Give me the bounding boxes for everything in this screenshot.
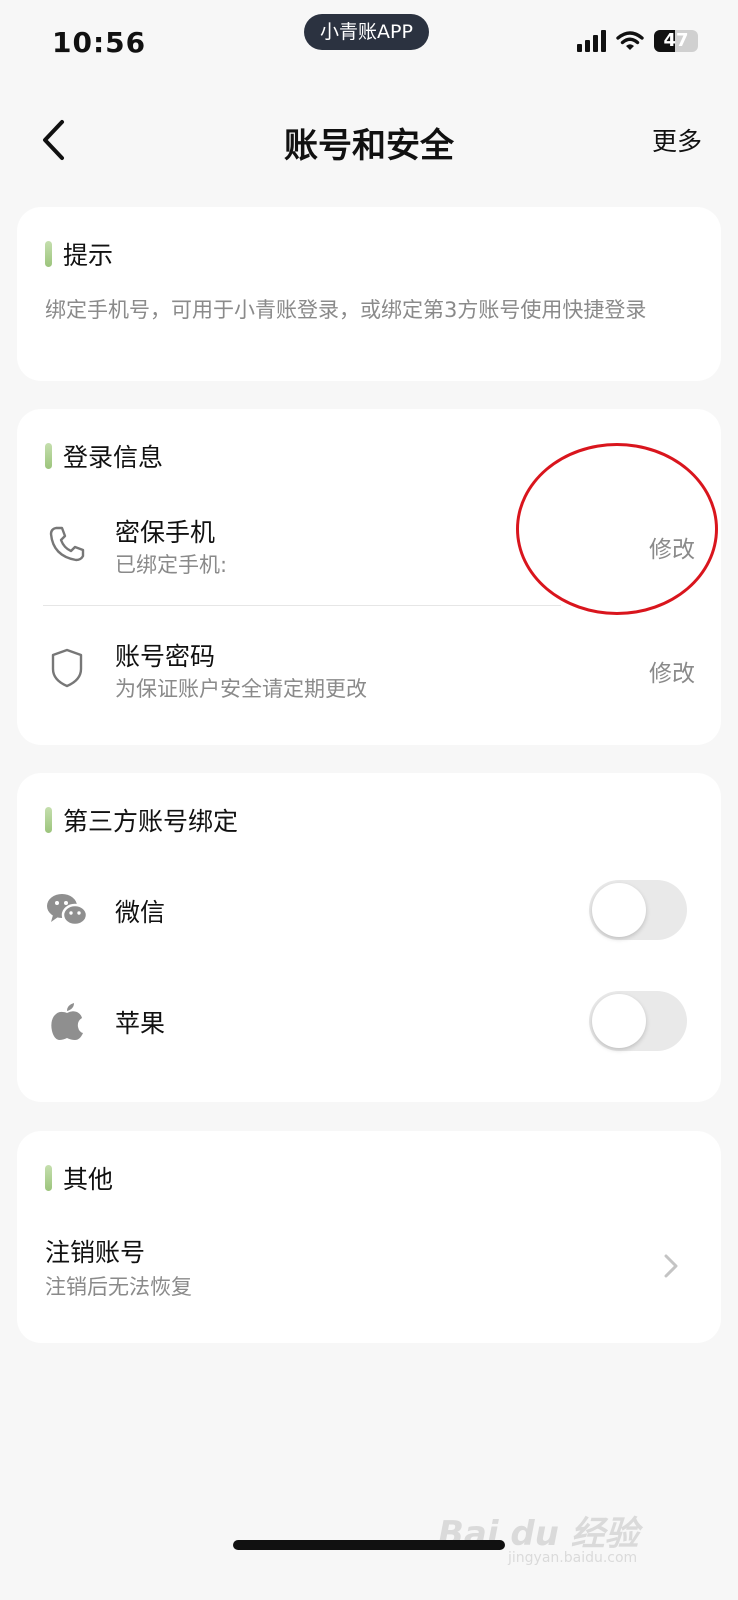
apple-icon — [43, 997, 91, 1045]
security-phone-subtitle: 已绑定手机: — [115, 553, 228, 577]
security-phone-title: 密保手机 — [115, 518, 216, 547]
toggle-knob — [592, 994, 646, 1048]
card-header: 第三方账号绑定 — [45, 803, 238, 837]
nav-bar: 账号和安全 更多 — [0, 100, 738, 180]
battery-level: 47 — [663, 30, 689, 51]
edit-password-button[interactable]: 修改 — [649, 654, 695, 688]
login-info-title: 登录信息 — [63, 443, 164, 472]
apple-row: 苹果 — [17, 986, 721, 1056]
wechat-label: 微信 — [115, 898, 166, 927]
apple-label: 苹果 — [115, 1009, 166, 1038]
annotation-circle — [516, 443, 718, 615]
wechat-icon — [43, 886, 91, 934]
more-button[interactable]: 更多 — [652, 122, 702, 158]
wechat-row: 微信 — [17, 875, 721, 945]
page-title: 账号和安全 — [284, 126, 454, 166]
status-bar: 10:56 小青账APP 47 — [0, 0, 738, 90]
divider — [43, 605, 561, 606]
accent-bar — [45, 1165, 52, 1191]
third-party-card: 第三方账号绑定 微信 苹果 — [17, 773, 721, 1102]
apple-toggle[interactable] — [589, 991, 687, 1051]
app-name-pill: 小青账APP — [304, 14, 429, 50]
watermark-url: jingyan.baidu.com — [508, 1550, 638, 1566]
card-header: 登录信息 — [45, 439, 163, 473]
home-indicator — [233, 1540, 505, 1550]
status-time: 10:56 — [52, 26, 147, 59]
card-header: 其他 — [45, 1161, 113, 1195]
accent-bar — [45, 443, 52, 469]
wifi-icon — [616, 31, 644, 50]
account-password-subtitle: 为保证账户安全请定期更改 — [115, 677, 367, 701]
toggle-knob — [592, 883, 646, 937]
other-title: 其他 — [63, 1165, 114, 1194]
hint-text: 绑定手机号，可用于小青账登录，或绑定第3方账号使用快捷登录 — [45, 298, 647, 322]
status-icons: 47 — [577, 30, 698, 52]
baidu-watermark: Bai du 经验 jingyan.baidu.com — [438, 1490, 698, 1570]
deactivate-account-row[interactable]: 注销账号 注销后无法恢复 — [17, 1227, 721, 1317]
wechat-toggle[interactable] — [589, 880, 687, 940]
hint-card: 提示 绑定手机号，可用于小青账登录，或绑定第3方账号使用快捷登录 — [17, 207, 721, 381]
accent-bar — [45, 807, 52, 833]
shield-icon — [43, 644, 91, 692]
card-header: 提示 — [45, 237, 113, 271]
third-party-title: 第三方账号绑定 — [63, 807, 239, 836]
deactivate-subtitle: 注销后无法恢复 — [45, 1275, 192, 1299]
account-password-title: 账号密码 — [115, 642, 216, 671]
phone-icon — [43, 520, 91, 568]
other-card: 其他 注销账号 注销后无法恢复 — [17, 1131, 721, 1343]
deactivate-title: 注销账号 — [45, 1238, 146, 1267]
accent-bar — [45, 241, 52, 267]
hint-title: 提示 — [63, 241, 114, 270]
signal-icon — [577, 30, 606, 52]
battery-icon: 47 — [654, 30, 698, 52]
chevron-right-icon — [664, 1254, 678, 1278]
account-password-row[interactable]: 账号密码 为保证账户安全请定期更改 修改 — [17, 629, 721, 729]
